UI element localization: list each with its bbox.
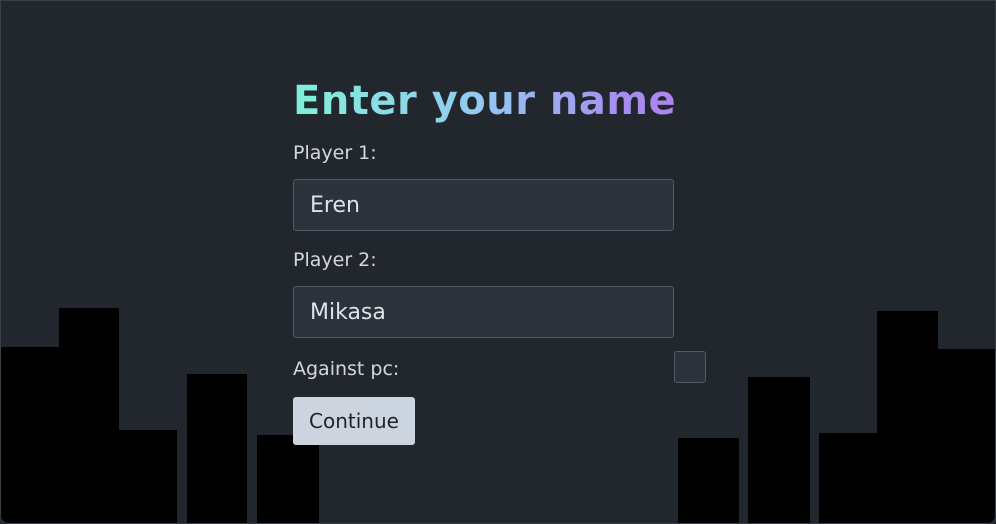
skyline-building (1, 347, 59, 523)
skyline-building (119, 430, 177, 523)
app-window: Enter your name Player 1: Player 2: Agai… (0, 0, 996, 524)
skyline-building (938, 349, 995, 523)
player1-input[interactable] (293, 179, 674, 231)
skyline-building (59, 308, 119, 523)
skyline-building (257, 435, 319, 523)
against-pc-checkbox[interactable] (674, 351, 706, 383)
continue-button[interactable]: Continue (293, 397, 415, 445)
player2-input[interactable] (293, 286, 674, 338)
page-title: Enter your name (293, 77, 707, 125)
skyline-building (748, 377, 810, 523)
skyline-building (819, 433, 877, 523)
player1-label: Player 1: (293, 142, 377, 164)
skyline-building (678, 438, 739, 523)
skyline-building (877, 311, 938, 523)
name-form: Enter your name Player 1: Player 2: Agai… (293, 77, 707, 445)
skyline-building (187, 374, 247, 523)
player2-label: Player 2: (293, 249, 377, 271)
against-pc-label: Against pc: (293, 358, 400, 380)
